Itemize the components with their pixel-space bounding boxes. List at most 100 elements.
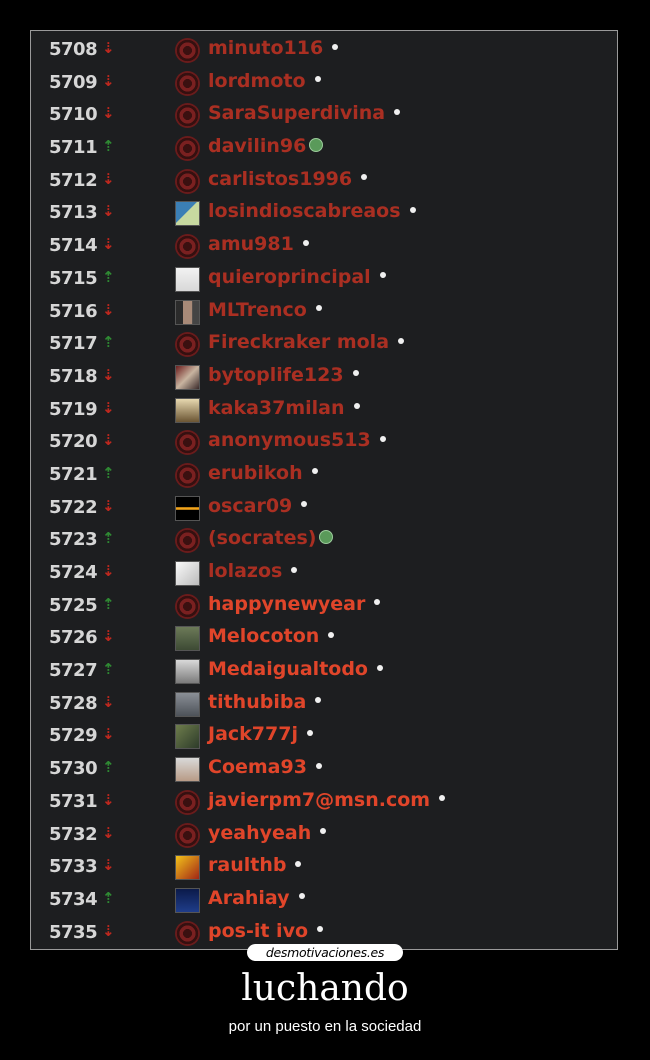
default-avatar-icon[interactable] bbox=[175, 38, 200, 63]
username-text[interactable]: amu981 bbox=[208, 233, 294, 255]
username-link[interactable]: MLTrenco bbox=[208, 299, 322, 321]
list-item: 5716 ⇣ MLTrenco bbox=[31, 295, 617, 328]
offline-status-icon bbox=[301, 501, 308, 508]
default-avatar-icon[interactable] bbox=[175, 70, 200, 96]
offline-status-icon bbox=[315, 305, 322, 311]
online-status-icon bbox=[319, 529, 334, 544]
default-avatar-icon[interactable] bbox=[175, 103, 200, 129]
username-link[interactable]: pos-it ivo bbox=[208, 920, 324, 942]
username-link[interactable]: tithubiba bbox=[208, 691, 322, 713]
username-text[interactable]: Jack777j bbox=[208, 723, 298, 745]
username-link[interactable]: erubikoh bbox=[208, 462, 318, 484]
default-avatar-icon[interactable] bbox=[175, 430, 200, 456]
username-link[interactable]: Jack777j bbox=[208, 723, 313, 745]
avatar[interactable] bbox=[175, 757, 200, 783]
rank-number: 5733 bbox=[49, 856, 98, 878]
username-link[interactable]: losindioscabreaos bbox=[208, 200, 416, 222]
username-link[interactable]: amu981 bbox=[208, 233, 309, 255]
username-text[interactable]: quieroprincipal bbox=[208, 266, 371, 288]
username-link[interactable]: anonymous513 bbox=[208, 429, 386, 451]
username-text[interactable]: carlistos1996 bbox=[208, 168, 352, 190]
default-avatar-icon[interactable] bbox=[175, 168, 200, 194]
username-link[interactable]: Melocoton bbox=[208, 625, 335, 647]
default-avatar-icon[interactable] bbox=[175, 462, 200, 488]
avatar[interactable] bbox=[175, 659, 200, 685]
username-text[interactable]: kaka37milan bbox=[208, 397, 345, 419]
username-link[interactable]: oscar09 bbox=[208, 495, 308, 517]
default-avatar-icon[interactable] bbox=[175, 789, 200, 815]
rank-number: 5724 bbox=[49, 562, 98, 583]
avatar[interactable] bbox=[175, 299, 200, 325]
username-link[interactable]: Medaigualtodo bbox=[208, 658, 383, 680]
username-text[interactable]: lordmoto bbox=[208, 70, 306, 92]
avatar[interactable] bbox=[175, 266, 200, 292]
username-text[interactable]: Melocoton bbox=[208, 625, 319, 647]
username-link[interactable]: raulthb bbox=[208, 854, 302, 876]
arrow-down-icon: ⇣ bbox=[102, 39, 115, 57]
username-link[interactable]: lordmoto bbox=[208, 70, 321, 92]
username-text[interactable]: anonymous513 bbox=[208, 429, 371, 451]
avatar[interactable] bbox=[175, 724, 200, 750]
username-text[interactable]: Coema93 bbox=[208, 756, 307, 778]
username-text[interactable]: oscar09 bbox=[208, 495, 292, 517]
avatar[interactable] bbox=[175, 495, 200, 521]
username-text[interactable]: lolazos bbox=[208, 560, 282, 582]
default-avatar-icon[interactable] bbox=[175, 822, 200, 848]
username-link[interactable]: minuto116 bbox=[208, 37, 339, 59]
username-text[interactable]: erubikoh bbox=[208, 462, 303, 484]
list-item: 5731 ⇣ javierpm7@msn.com bbox=[31, 785, 617, 818]
username-text[interactable]: (socrates) bbox=[208, 527, 316, 549]
avatar[interactable] bbox=[175, 397, 200, 423]
default-avatar-icon[interactable] bbox=[175, 332, 200, 358]
default-avatar-icon[interactable] bbox=[175, 920, 200, 946]
username-text[interactable]: Medaigualtodo bbox=[208, 658, 368, 680]
username-link[interactable]: happynewyear bbox=[208, 593, 381, 615]
default-avatar-icon[interactable] bbox=[175, 528, 200, 554]
avatar[interactable] bbox=[175, 201, 200, 227]
avatar[interactable] bbox=[175, 887, 200, 913]
username-link[interactable]: Fireckraker mola bbox=[208, 331, 405, 353]
username-text[interactable]: tithubiba bbox=[208, 691, 306, 713]
username-link[interactable]: Coema93 bbox=[208, 756, 322, 778]
username-link[interactable]: lolazos bbox=[208, 560, 298, 582]
username-text[interactable]: happynewyear bbox=[208, 593, 365, 615]
username-link[interactable]: bytoplife123 bbox=[208, 364, 359, 386]
arrow-down-icon: ⇣ bbox=[102, 431, 115, 450]
username-link[interactable]: Arahiay bbox=[208, 887, 305, 909]
arrow-up-icon: ⇡ bbox=[102, 267, 115, 286]
username-link[interactable]: carlistos1996 bbox=[208, 168, 368, 190]
username-text[interactable]: raulthb bbox=[208, 854, 286, 876]
username-text[interactable]: pos-it ivo bbox=[208, 920, 308, 942]
username-text[interactable]: Fireckraker mola bbox=[208, 331, 389, 353]
default-avatar-icon[interactable] bbox=[175, 234, 200, 260]
username-link[interactable]: davilin96 bbox=[208, 135, 324, 157]
username-text[interactable]: losindioscabreaos bbox=[208, 200, 401, 222]
arrow-down-icon: ⇣ bbox=[102, 823, 115, 842]
avatar[interactable] bbox=[175, 691, 200, 717]
arrow-down-icon: ⇣ bbox=[102, 235, 115, 254]
avatar[interactable] bbox=[175, 364, 200, 390]
username-link[interactable]: javierpm7@msn.com bbox=[208, 789, 446, 811]
username-text[interactable]: yeahyeah bbox=[208, 822, 311, 844]
username-link[interactable]: kaka37milan bbox=[208, 397, 360, 419]
offline-status-icon bbox=[295, 860, 302, 867]
offline-status-icon bbox=[311, 468, 318, 475]
avatar[interactable] bbox=[175, 855, 200, 881]
username-text[interactable]: Arahiay bbox=[208, 887, 290, 909]
default-avatar-icon[interactable] bbox=[175, 593, 200, 619]
username-link[interactable]: (socrates) bbox=[208, 527, 334, 549]
username-text[interactable]: minuto116 bbox=[208, 37, 323, 59]
rank-number: 5714 bbox=[49, 235, 98, 257]
offline-status-icon bbox=[439, 795, 446, 802]
username-text[interactable]: SaraSuperdivina bbox=[208, 102, 385, 124]
avatar[interactable] bbox=[175, 626, 200, 652]
username-link[interactable]: SaraSuperdivina bbox=[208, 102, 401, 124]
username-text[interactable]: MLTrenco bbox=[208, 299, 307, 321]
default-avatar-icon[interactable] bbox=[175, 136, 200, 162]
username-text[interactable]: davilin96 bbox=[208, 135, 306, 157]
username-link[interactable]: yeahyeah bbox=[208, 822, 327, 844]
username-text[interactable]: bytoplife123 bbox=[208, 364, 344, 386]
username-text[interactable]: javierpm7@msn.com bbox=[208, 789, 430, 811]
username-link[interactable]: quieroprincipal bbox=[208, 266, 386, 288]
avatar[interactable] bbox=[175, 561, 200, 586]
